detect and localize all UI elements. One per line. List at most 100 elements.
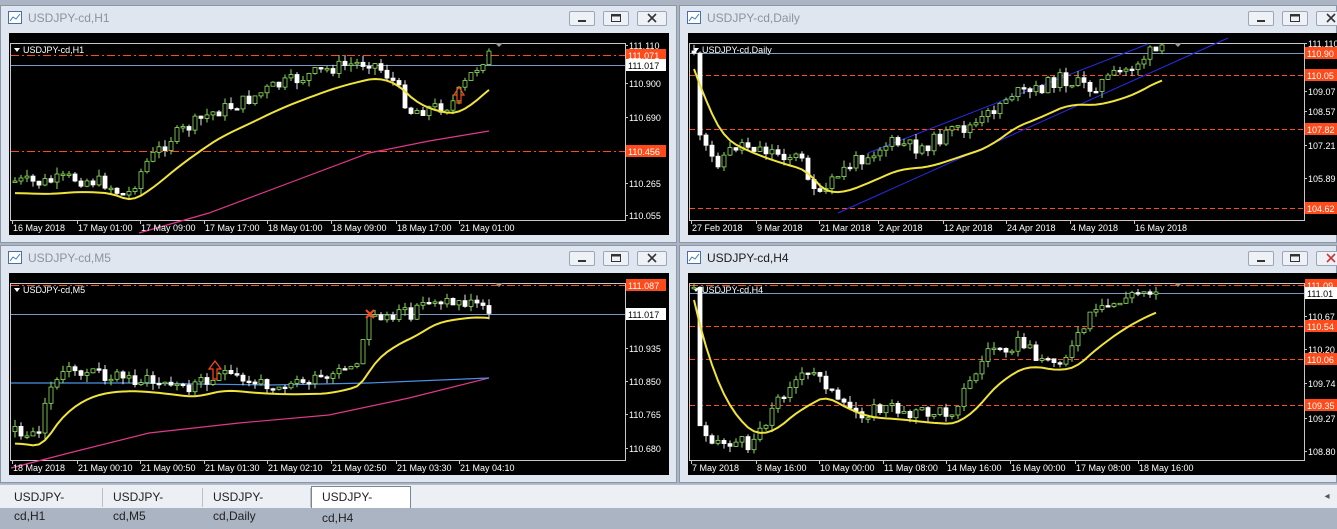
candle-body — [174, 127, 180, 142]
chart-canvas[interactable]: USDJPY-cd,H4 111.09111.01110.67110.54110.… — [688, 273, 1337, 475]
minimize-button[interactable] — [569, 251, 595, 266]
candle-body — [282, 386, 288, 389]
time-scale-label: 21 May 01:00 — [460, 223, 515, 233]
candle-body — [919, 145, 925, 154]
candle-body — [697, 52, 703, 136]
chart-window-h4[interactable]: USDJPY-cd,H4 USDJPY-cd,H4 111.09 111.01 110… — [679, 245, 1337, 483]
candle-body — [132, 375, 138, 385]
candle-body — [925, 407, 931, 417]
candle-body — [240, 95, 246, 110]
close-button[interactable] — [637, 11, 667, 26]
tab-scroll-arrow-icon[interactable]: ◂ — [1321, 491, 1333, 503]
candle-body — [691, 286, 697, 290]
chart-canvas[interactable]: USDJPY-cd,Daily111.110110.90110.05109.07… — [688, 33, 1337, 235]
candle-body — [36, 431, 42, 434]
chart-window-icon — [687, 11, 701, 24]
candle-body — [769, 149, 775, 155]
candle-body — [192, 115, 198, 131]
candle-body — [1081, 328, 1087, 333]
time-scale-label: 11 May 08:00 — [884, 463, 938, 473]
maximize-button[interactable] — [1282, 11, 1308, 26]
candle-body — [30, 431, 36, 437]
candle-body — [480, 302, 486, 306]
price-chart[interactable]: USDJPY-cd,H4 111.09 111.01 110.67 110.54 110.… — [688, 273, 1337, 475]
price-scale-label: 110.900 — [629, 79, 661, 89]
candle-body — [715, 439, 721, 444]
maximize-icon — [611, 14, 621, 22]
minimize-button[interactable] — [1248, 11, 1274, 26]
candle-body — [48, 386, 54, 404]
candle-body — [835, 389, 841, 400]
chart-canvas[interactable]: USDJPY-cd,M5 111.087 111.017 110.935 110.850… — [9, 273, 669, 475]
window-titlebar[interactable]: USDJPY-cd,H4 — [680, 246, 1337, 270]
minimize-button[interactable] — [569, 11, 595, 26]
maximize-button[interactable] — [603, 251, 629, 266]
close-button[interactable] — [637, 251, 667, 266]
candle-body — [408, 107, 414, 114]
tab-usdjpy-h1[interactable]: USDJPY-cd,H1 — [4, 488, 103, 523]
time-scale-label: 18 May 17:00 — [397, 223, 452, 233]
price-chart[interactable]: USDJPY-cd,Daily 111.110 110.90 110.05 109.07… — [688, 33, 1337, 235]
time-scale-label: 24 Apr 2018 — [1007, 223, 1056, 233]
tab-usdjpy-m5[interactable]: USDJPY-cd,M5 — [103, 488, 203, 523]
chart-canvas[interactable]: USDJPY-cd,H1 111.110111.071111.017110.900… — [9, 33, 669, 235]
candle-body — [324, 68, 330, 71]
candle-body — [817, 188, 823, 192]
price-scale-label: 109.35 — [1307, 401, 1335, 411]
window-titlebar[interactable]: USDJPY-cd,M5 — [1, 246, 676, 270]
candle-body — [246, 95, 252, 104]
candle-body — [943, 129, 949, 145]
minimize-button[interactable] — [1248, 251, 1274, 266]
candle-body — [757, 146, 763, 152]
candle-body — [360, 61, 366, 67]
chart-window-icon — [687, 251, 701, 264]
maximize-button[interactable] — [603, 11, 629, 26]
candle-body — [162, 146, 168, 152]
candle-body — [1027, 88, 1033, 93]
candle-body — [907, 410, 913, 419]
tab-usdjpy-daily[interactable]: USDJPY-cd,Daily — [203, 488, 311, 523]
close-button[interactable] — [1316, 251, 1337, 266]
price-scale-label: 108.80 — [1308, 447, 1336, 457]
price-scale-label: 110.765 — [629, 410, 661, 420]
candle-body — [1093, 91, 1099, 94]
price-scale-label: 105.89 — [1308, 174, 1336, 184]
time-scale-label: 21 May 02:50 — [332, 463, 387, 473]
time-scale-label: 18 May 09:00 — [332, 223, 387, 233]
chart-window-h1[interactable]: USDJPY-cd,H1 USDJPY-cd,H1 111.110 111.071 1… — [0, 5, 677, 243]
candle-body — [372, 63, 378, 69]
candle-body — [126, 191, 132, 196]
chart-window-m5[interactable]: USDJPY-cd,M5 USDJPY-cd,M5 111.087 111.017 1… — [0, 245, 677, 483]
price-chart[interactable]: USDJPY-cd,M5 111.087 111.017 110.935 110.850… — [9, 273, 669, 475]
candle-body — [967, 124, 973, 133]
close-button[interactable] — [1316, 11, 1337, 26]
candle-body — [1033, 344, 1039, 361]
candle-body — [883, 404, 889, 414]
tab-usdjpy-h4[interactable]: USDJPY-cd,H4 — [311, 486, 411, 525]
chart-window-daily[interactable]: USDJPY-cd,Daily USDJPY-cd,Daily 111.110 11… — [679, 5, 1337, 243]
maximize-icon — [611, 254, 621, 262]
price-chart[interactable]: USDJPY-cd,H1 111.110 111.071 111.017 110.900… — [9, 33, 669, 235]
candle-body — [282, 77, 288, 88]
candle-body — [949, 126, 955, 131]
candle-body — [180, 126, 186, 129]
time-scale-label: 4 May 2018 — [1071, 223, 1118, 233]
candle-body — [420, 301, 426, 306]
maximize-button[interactable] — [1282, 251, 1308, 266]
candle-body — [78, 370, 84, 376]
candle-body — [1075, 332, 1081, 347]
time-scale-label: 17 May 01:00 — [78, 223, 133, 233]
candle-body — [1093, 309, 1099, 313]
candle-body — [126, 375, 132, 379]
window-titlebar[interactable]: USDJPY-cd,H1 — [1, 6, 676, 30]
time-scale-label: 16 May 2018 — [13, 223, 65, 233]
candle-body — [264, 379, 270, 390]
candle-body — [751, 146, 757, 152]
price-scale-label: 111.01 — [1307, 289, 1333, 299]
candle-body — [697, 286, 703, 427]
candle-body — [961, 387, 967, 407]
candle-body — [414, 304, 420, 320]
candle-body — [1003, 348, 1009, 353]
candle-body — [444, 297, 450, 305]
window-titlebar[interactable]: USDJPY-cd,Daily — [680, 6, 1337, 30]
